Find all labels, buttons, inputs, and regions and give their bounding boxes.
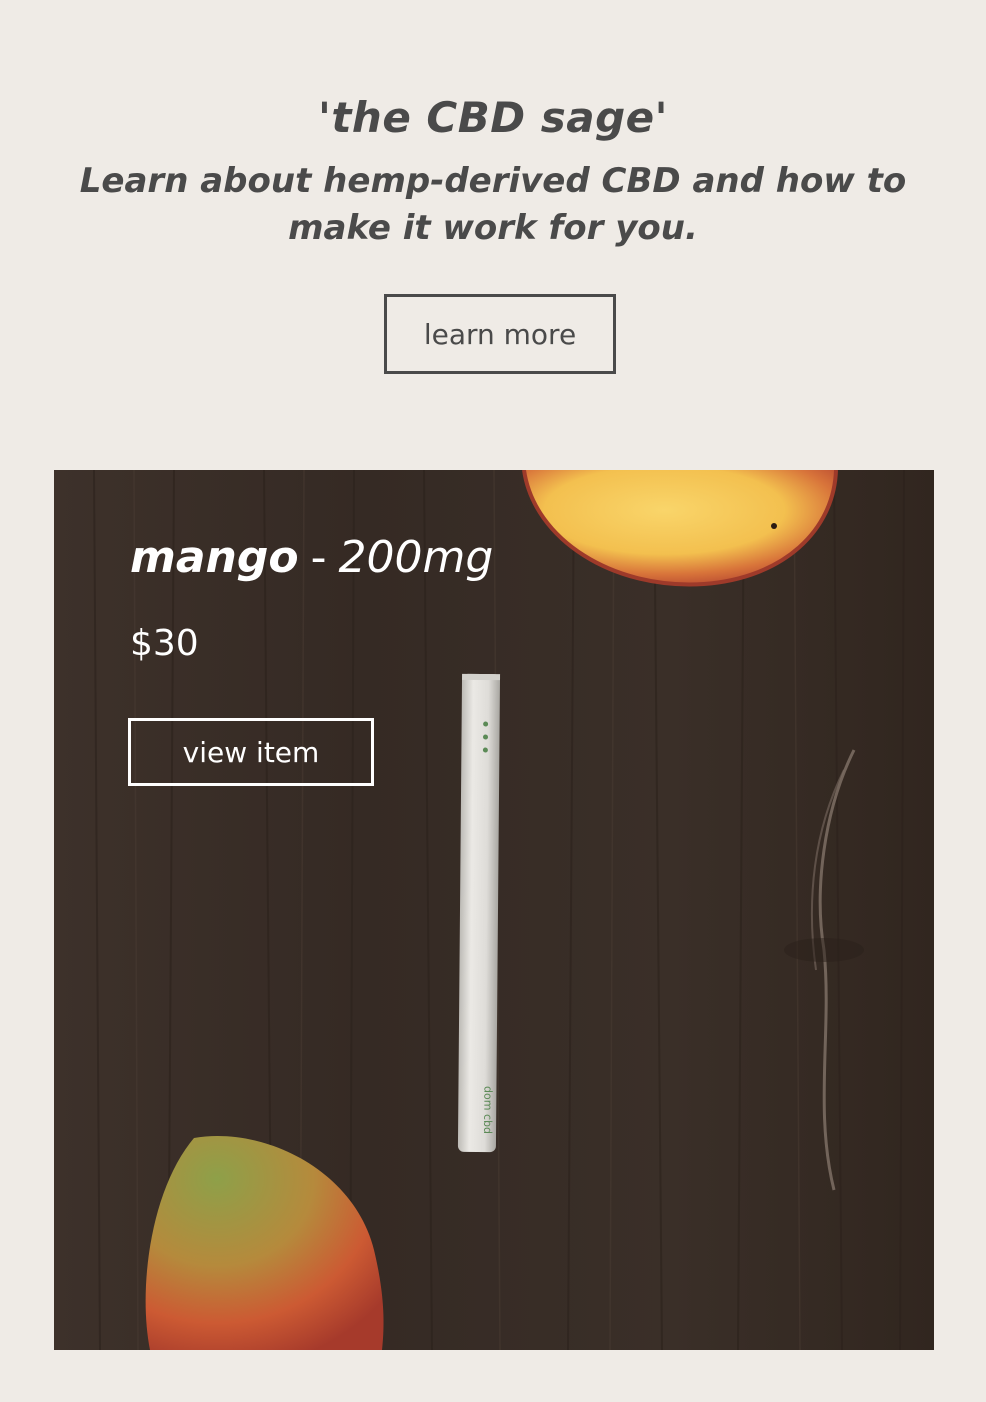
view-item-button[interactable]: view item (128, 718, 374, 786)
section-subtitle: Learn about hemp-derived CBD and how to … (79, 161, 907, 248)
product-dose: 200mg (338, 532, 494, 583)
product-card[interactable]: dom cbd mango -200mg $30 view item (54, 470, 934, 1350)
product-price: $30 (130, 623, 199, 664)
product-image: dom cbd (54, 470, 934, 1350)
svg-text:dom cbd: dom cbd (481, 1086, 494, 1134)
section-title: 'the CBD sage' (317, 93, 668, 142)
product-title: mango -200mg (130, 530, 493, 586)
product-title-separator: - (310, 532, 327, 583)
product-flavor: mango (130, 532, 299, 583)
learn-more-button[interactable]: learn more (384, 294, 616, 374)
